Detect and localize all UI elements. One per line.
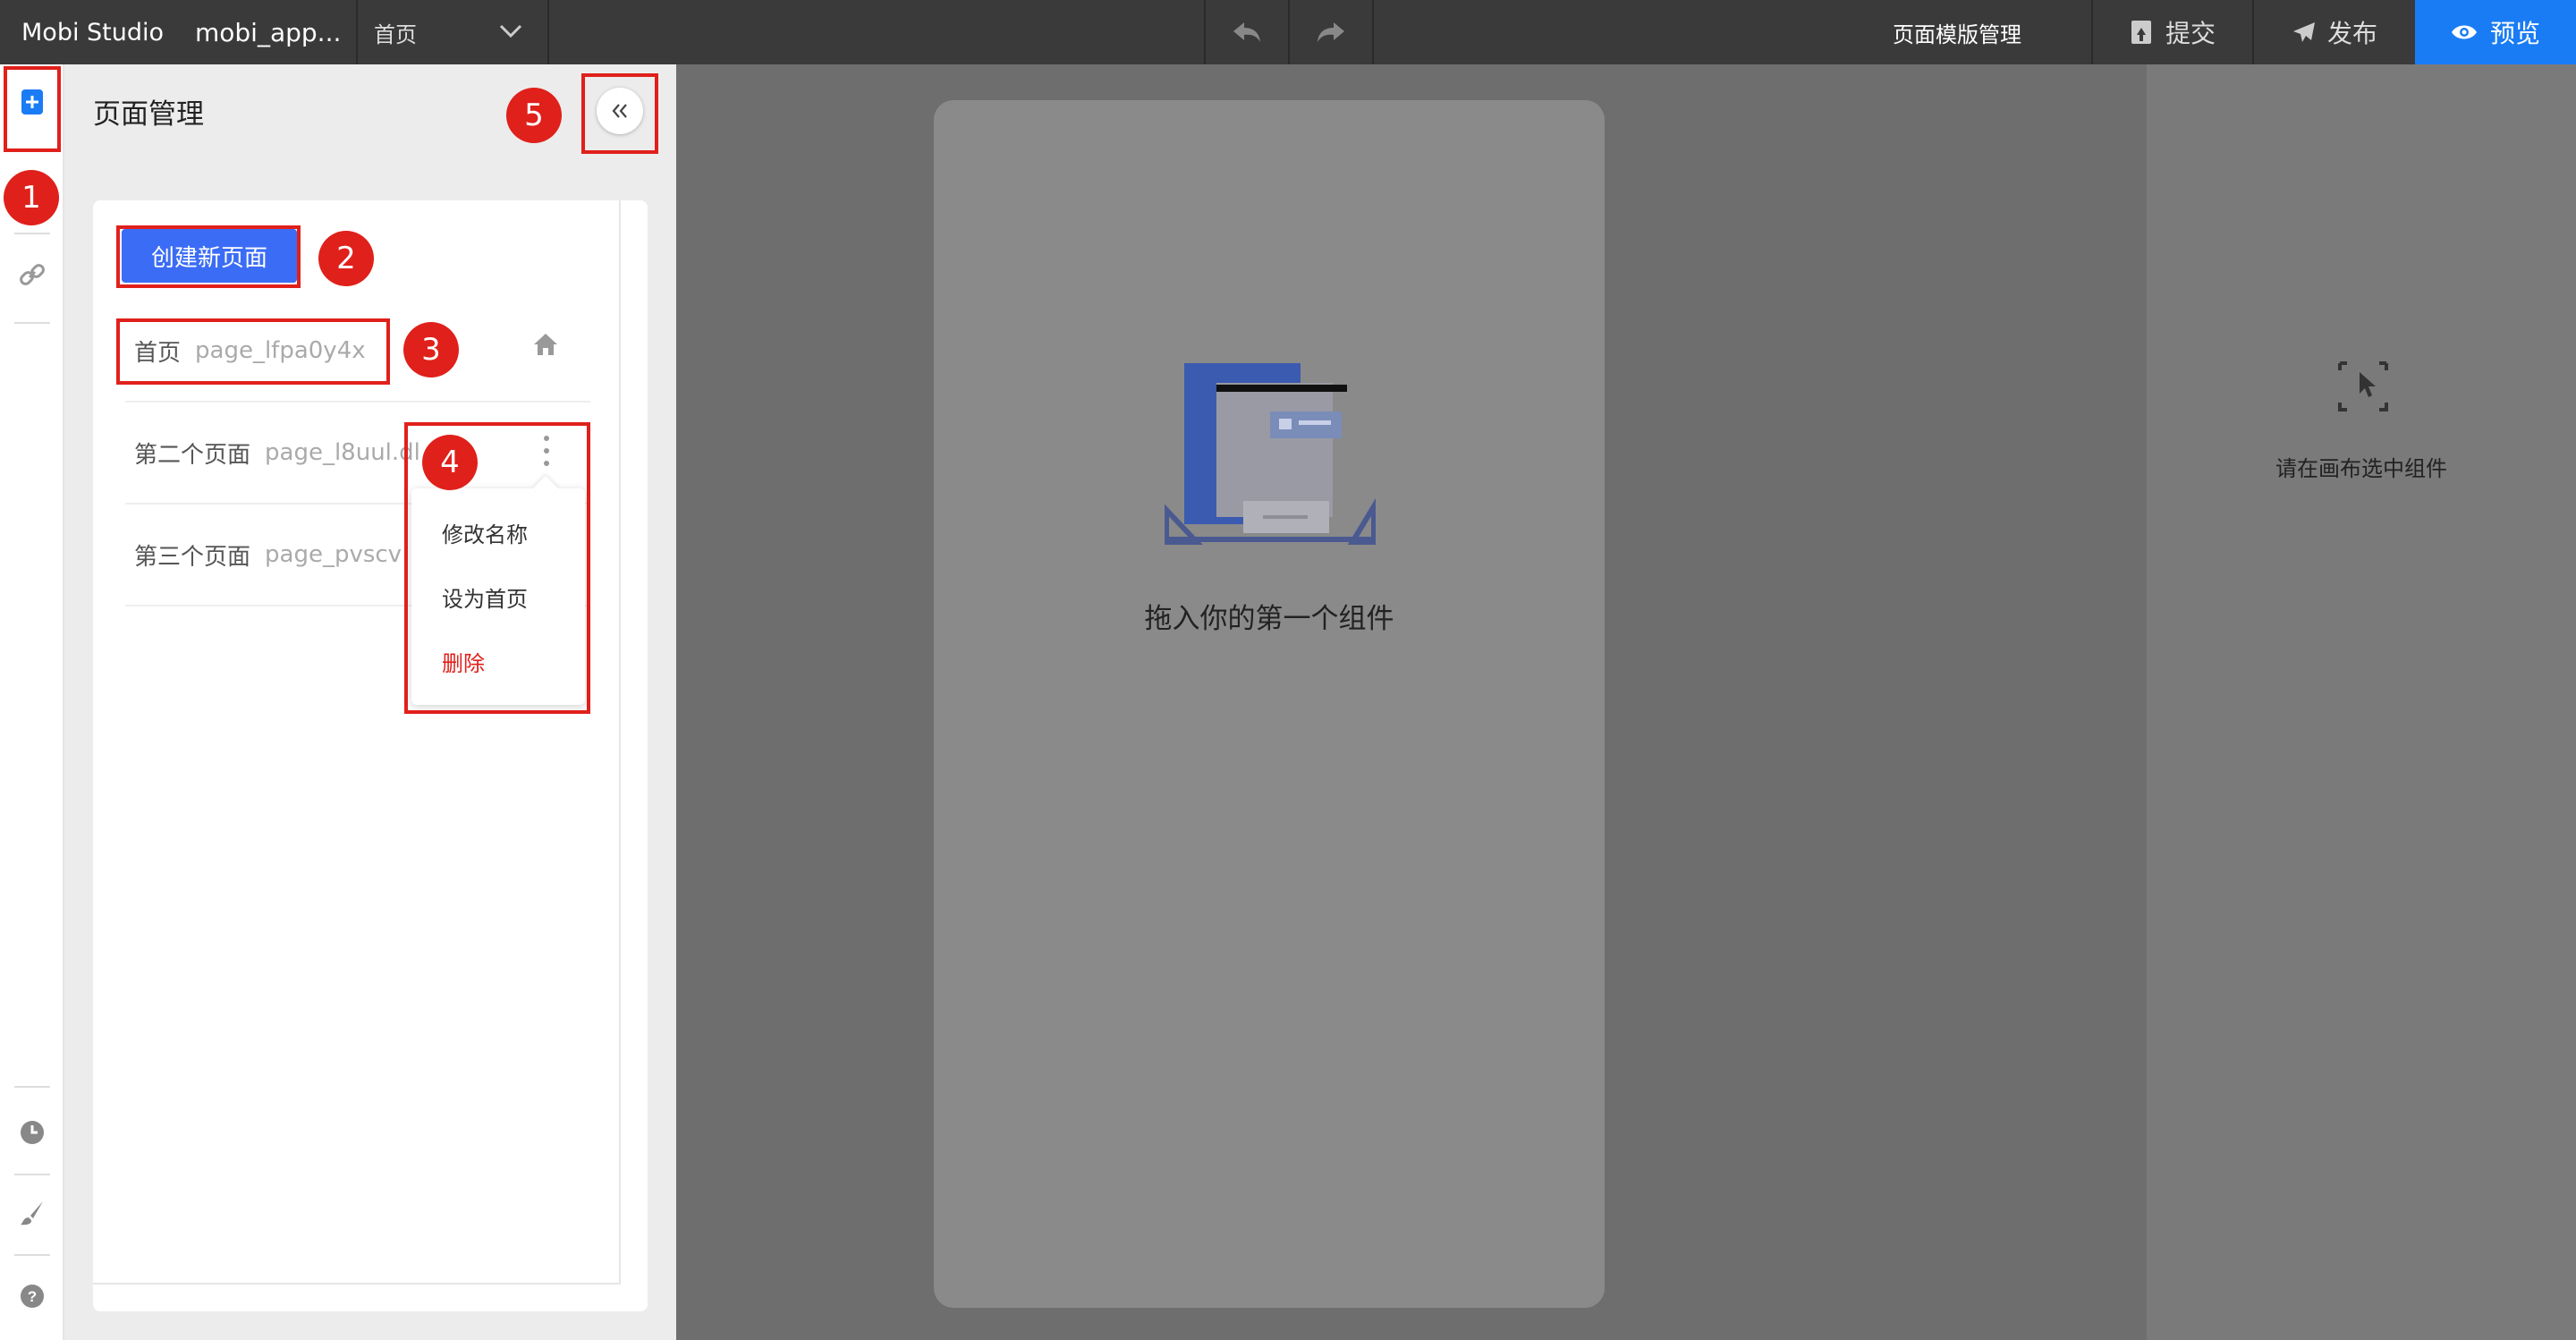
link-tab[interactable] xyxy=(17,259,47,290)
brush-icon xyxy=(21,1201,43,1226)
phone-canvas[interactable] xyxy=(934,100,1605,1308)
page-name: 第二个页面 xyxy=(134,441,251,469)
home-icon xyxy=(534,334,557,355)
submit-icon xyxy=(2131,21,2151,44)
annotation-box-3 xyxy=(116,318,390,385)
page-select-value: 首页 xyxy=(374,21,417,47)
annotation-box-5 xyxy=(581,73,658,154)
chevron-down-icon xyxy=(499,24,522,38)
properties-panel xyxy=(2147,64,2576,1340)
select-component-hint: 请在画布选中组件 xyxy=(2275,456,2447,481)
template-manage-button[interactable]: 页面模版管理 xyxy=(1893,0,2021,64)
top-bar: Mobi Studio mobi_app... 首页 页面模版管理 提交 发布 … xyxy=(0,0,2576,64)
preview-label: 预览 xyxy=(2489,19,2540,48)
style-tab[interactable] xyxy=(18,1199,47,1227)
publish-button[interactable]: 发布 xyxy=(2254,0,2415,64)
page-item-second[interactable]: 第二个页面 page_l8uul.dl xyxy=(134,431,420,474)
link-icon xyxy=(20,264,45,285)
help-icon: ? xyxy=(21,1285,44,1308)
annotation-badge-4: 4 xyxy=(422,435,478,490)
page-item-third[interactable]: 第三个页面 page_pvscv xyxy=(134,533,402,576)
project-name[interactable]: mobi_app... xyxy=(195,0,341,64)
svg-text:?: ? xyxy=(28,1288,37,1305)
history-tab[interactable] xyxy=(18,1118,47,1147)
panel-title: 页面管理 xyxy=(93,98,204,131)
page-name: 第三个页面 xyxy=(134,543,251,571)
help-tab[interactable]: ? xyxy=(19,1283,46,1310)
annotation-badge-3: 3 xyxy=(403,322,459,377)
redo-button[interactable] xyxy=(1290,0,1372,64)
divider xyxy=(125,401,590,403)
empty-canvas-illustration xyxy=(1165,363,1376,545)
app-name: Mobi Studio xyxy=(21,18,165,47)
annotation-badge-1: 1 xyxy=(4,170,59,225)
annotation-box-2 xyxy=(116,225,301,288)
select-cursor-icon xyxy=(2338,361,2388,411)
publish-label: 发布 xyxy=(2326,19,2377,48)
annotation-badge-2: 2 xyxy=(318,231,374,286)
page-id: page_pvscv xyxy=(265,541,402,568)
send-icon xyxy=(2292,22,2315,42)
annotation-box-1 xyxy=(4,66,61,152)
submit-button[interactable]: 提交 xyxy=(2093,0,2252,64)
page-id: page_l8uul.dl xyxy=(265,439,420,466)
page-select[interactable]: 首页 xyxy=(374,0,547,64)
preview-button[interactable]: 预览 xyxy=(2415,0,2576,64)
clock-icon xyxy=(21,1121,44,1144)
submit-label: 提交 xyxy=(2165,19,2216,48)
undo-button[interactable] xyxy=(1206,0,1288,64)
left-icon-bar: ? xyxy=(0,64,64,1340)
annotation-badge-5: 5 xyxy=(506,88,562,143)
empty-canvas-text: 拖入你的第一个组件 xyxy=(1144,603,1394,635)
eye-icon xyxy=(2451,25,2477,39)
redo-icon xyxy=(1318,22,1344,42)
undo-icon xyxy=(1233,22,1260,42)
